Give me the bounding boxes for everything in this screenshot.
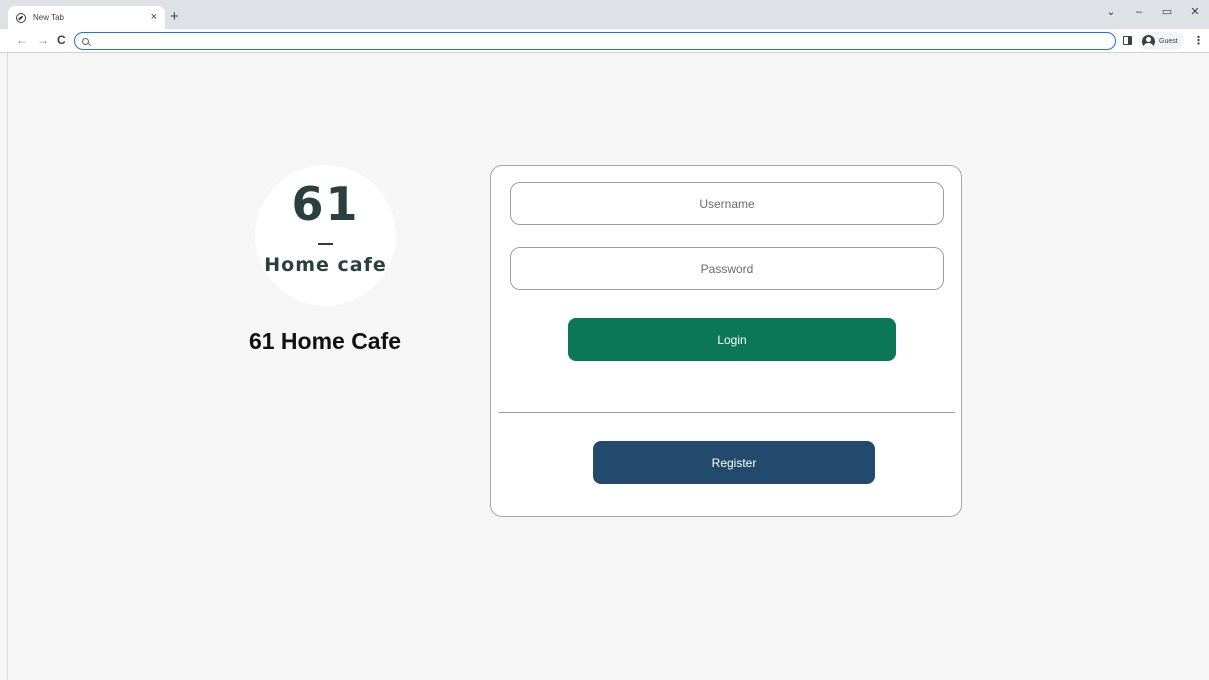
back-button[interactable]: ← (16, 33, 28, 47)
restore-button[interactable]: ▭ (1153, 5, 1181, 18)
tab-title: New Tab (33, 13, 64, 22)
globe-icon (16, 12, 26, 23)
address-bar[interactable] (74, 32, 1116, 50)
side-panel-icon[interactable] (1123, 36, 1132, 45)
login-card: Login Register (490, 165, 962, 517)
login-button[interactable]: Login (568, 318, 896, 361)
register-button[interactable]: Register (593, 441, 875, 484)
logo-number: 61 (291, 177, 360, 231)
forward-button[interactable]: → (37, 33, 49, 47)
viewport-edge (7, 53, 8, 680)
logo-dash (318, 243, 333, 245)
cafe-logo: 61 Home cafe (255, 165, 396, 306)
new-tab-button[interactable]: + (170, 9, 179, 24)
minimize-button[interactable]: – (1125, 6, 1153, 18)
address-input[interactable] (94, 34, 1115, 48)
window-controls: ⌄ – ▭ ✕ (1097, 5, 1209, 19)
search-icon (82, 37, 89, 45)
tab-search-icon[interactable]: ⌄ (1097, 5, 1125, 18)
browser-tab[interactable]: New Tab × (8, 6, 165, 29)
browser-menu-button[interactable]: ⋮ (1193, 34, 1204, 48)
logo-text: Home cafe (264, 254, 387, 276)
username-field[interactable] (510, 182, 944, 225)
close-tab-icon[interactable]: × (151, 12, 157, 23)
brand-title: 61 Home Cafe (248, 328, 402, 354)
divider (499, 412, 955, 413)
profile-label: Guest (1159, 37, 1178, 45)
profile-button[interactable]: Guest (1139, 32, 1184, 50)
reload-button[interactable]: C (57, 33, 66, 47)
tab-strip: New Tab × + ⌄ – ▭ ✕ (0, 0, 1209, 29)
close-window-button[interactable]: ✕ (1181, 5, 1209, 18)
browser-toolbar: ← → C Guest ⋮ (0, 29, 1209, 53)
account-icon (1142, 34, 1155, 48)
password-field[interactable] (510, 247, 944, 290)
